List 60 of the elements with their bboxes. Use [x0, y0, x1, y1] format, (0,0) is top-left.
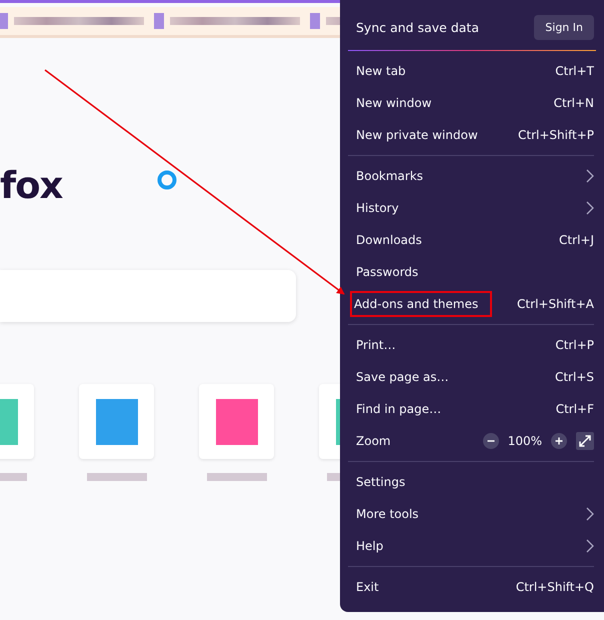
shortcut-text: Ctrl+Shift+A	[517, 297, 594, 311]
menu-item-label: Exit	[355, 579, 380, 596]
site-tile[interactable]	[79, 384, 154, 459]
site-tile[interactable]	[199, 384, 274, 459]
menu-item[interactable]: More tools	[356, 498, 594, 530]
shortcut-text: Ctrl+Shift+Q	[516, 580, 594, 594]
shortcut-text: Ctrl+F	[556, 402, 594, 416]
menu-item-label: History	[355, 200, 400, 217]
shortcut-text: Ctrl+S	[554, 370, 594, 384]
zoom-level: 100%	[508, 434, 542, 448]
menu-item[interactable]: New private window Ctrl+Shift+P	[356, 119, 594, 151]
sign-in-button[interactable]: Sign In	[534, 14, 594, 40]
menu-item-label: New tab	[355, 63, 407, 80]
menu-item[interactable]: Print… Ctrl+P	[356, 329, 594, 361]
menu-item-label: Bookmarks	[355, 168, 424, 185]
menu-item[interactable]: Find in page… Ctrl+F	[356, 393, 594, 425]
menu-item-label: Add-ons and themes	[350, 291, 492, 317]
menu-item-label: More tools	[355, 506, 420, 523]
ring-icon	[156, 169, 178, 191]
menu-item[interactable]: New tab Ctrl+T	[356, 55, 594, 87]
redacted-text	[86, 473, 146, 481]
menu-item-label: Settings	[355, 474, 406, 491]
shortcut-text: Ctrl+J	[559, 233, 594, 247]
bookmark-icon[interactable]	[310, 13, 320, 29]
menu-item-label: Passwords	[355, 264, 420, 281]
menu-item-label: New private window	[355, 127, 479, 144]
search-field[interactable]	[0, 270, 296, 322]
chevron-right-icon	[586, 507, 594, 521]
shortcut-text: Ctrl+N	[554, 96, 594, 110]
logo-text: fox	[0, 164, 62, 206]
menu-item-label: Find in page…	[355, 401, 442, 418]
menu-item[interactable]: Zoom 100%	[356, 425, 594, 457]
menu-item[interactable]: New window Ctrl+N	[356, 87, 594, 119]
zoom-in-button[interactable]	[551, 433, 567, 449]
menu-item[interactable]: Save page as… Ctrl+S	[356, 361, 594, 393]
chevron-right-icon	[586, 539, 594, 553]
menu-item-label: Save page as…	[355, 369, 450, 386]
menu-item-label: Downloads	[355, 232, 423, 249]
menu-item[interactable]: Passwords	[356, 256, 594, 288]
menu-item-label: Print…	[355, 337, 397, 354]
menu-item-label: New window	[355, 95, 433, 112]
menu-item[interactable]: Exit Ctrl+Shift+Q	[356, 571, 594, 603]
shortcut-text: Ctrl+Shift+P	[518, 128, 594, 142]
shortcut-text: Ctrl+P	[555, 338, 594, 352]
chevron-right-icon	[586, 169, 594, 183]
menu-item[interactable]: Help	[356, 530, 594, 562]
menu-item[interactable]: Downloads Ctrl+J	[356, 224, 594, 256]
bookmark-icon[interactable]	[0, 13, 8, 29]
bookmark-icon[interactable]	[154, 13, 164, 29]
fullscreen-button[interactable]	[576, 432, 594, 450]
menu-item[interactable]: History	[356, 192, 594, 224]
shortcut-text: Ctrl+T	[555, 64, 594, 78]
sync-label: Sync and save data	[356, 20, 479, 34]
menu-item-label: Help	[355, 538, 384, 555]
zoom-out-button[interactable]	[482, 433, 499, 449]
menu-item-label: Zoom	[355, 433, 392, 450]
menu-item[interactable]: Settings	[356, 466, 594, 498]
redacted-text	[206, 473, 266, 481]
menu-item[interactable]: Bookmarks	[356, 160, 594, 192]
chevron-right-icon	[586, 201, 594, 215]
